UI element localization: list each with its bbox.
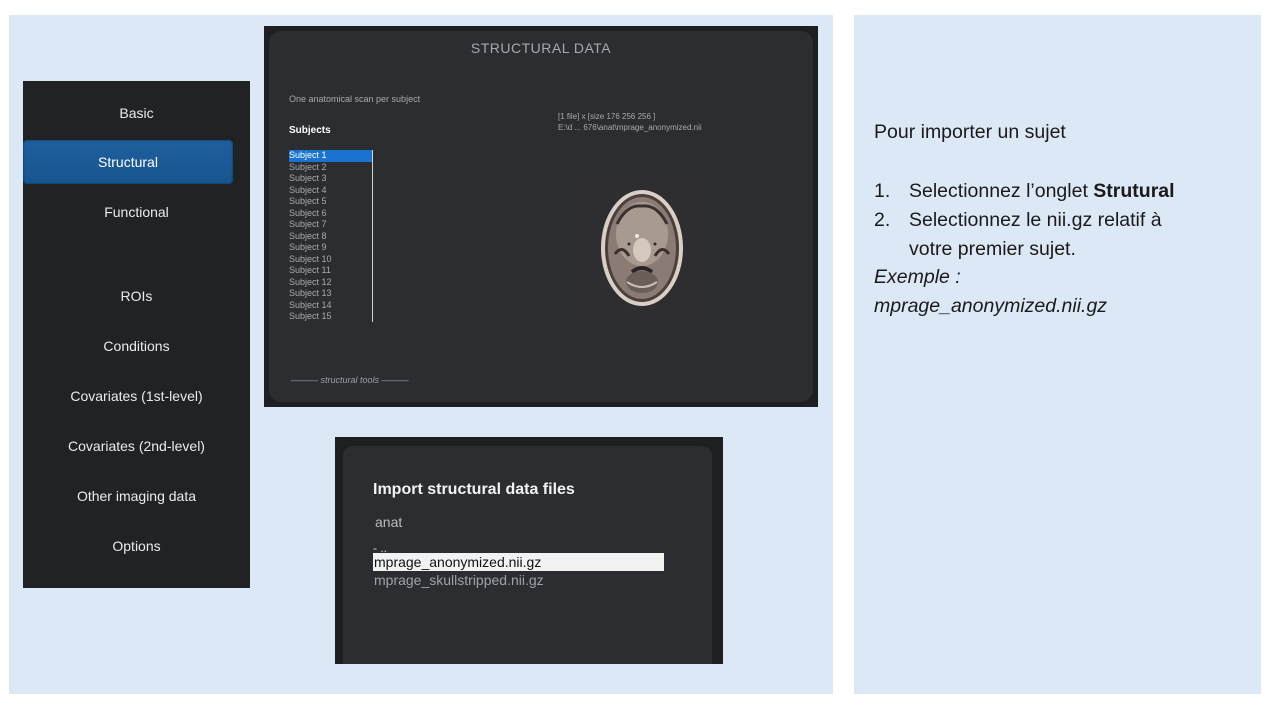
subject-item[interactable]: Subject 7 [289, 219, 372, 231]
file-info: [1 file] x [size 176 256 256 ] [558, 112, 656, 121]
subject-item[interactable]: Subject 2 [289, 162, 372, 174]
file-item-selected[interactable]: mprage_anonymized.nii.gz [373, 553, 664, 571]
file-path: E:\d ... 676\anat\mprage_anonymized.nii [558, 123, 702, 132]
subject-item[interactable]: Subject 8 [289, 231, 372, 243]
sidebar-item-covariates-1st[interactable]: Covariates (1st-level) [23, 374, 250, 418]
subject-item[interactable]: Subject 6 [289, 208, 372, 220]
structural-data-window: STRUCTURAL DATA One anatomical scan per … [264, 26, 818, 407]
current-folder-label: anat [375, 514, 403, 530]
structural-data-panel: STRUCTURAL DATA One anatomical scan per … [269, 31, 813, 402]
sidebar-item-rois[interactable]: ROIs [23, 274, 250, 318]
sidebar-item-structural[interactable]: Structural [23, 140, 233, 184]
step-number: 2. [874, 209, 891, 231]
subject-item[interactable]: Subject 13 [289, 288, 372, 300]
file-item[interactable]: mprage_skullstripped.nii.gz [373, 571, 664, 589]
subject-item[interactable]: Subject 10 [289, 254, 372, 266]
subject-item[interactable]: Subject 11 [289, 265, 372, 277]
subject-item[interactable]: Subject 4 [289, 185, 372, 197]
structural-tools-label[interactable]: ——— structural tools ——— [291, 375, 409, 385]
sidebar-item-other-imaging[interactable]: Other imaging data [23, 474, 250, 518]
sidebar-item-functional[interactable]: Functional [23, 190, 250, 234]
instructions-heading: Pour importer un sujet [874, 121, 1066, 143]
subjects-label: Subjects [289, 125, 331, 136]
conn-sidebar: Basic Structural Functional ROIs Conditi… [23, 81, 250, 588]
example-label: Exemple : [874, 266, 961, 288]
step-number: 1. [874, 180, 891, 202]
step-1-text: Selectionnez l’onglet Strutural [909, 180, 1175, 202]
subject-item[interactable]: Subject 3 [289, 173, 372, 185]
subject-item[interactable]: Subject 14 [289, 300, 372, 312]
subject-item[interactable]: Subject 9 [289, 242, 372, 254]
import-dialog-title: Import structural data files [373, 481, 575, 498]
subject-list[interactable]: Subject 1 Subject 2 Subject 3 Subject 4 … [289, 150, 373, 322]
step-2-line-2: votre premier sujet. [909, 238, 1076, 260]
import-dialog-panel: Import structural data files anat - .. m… [343, 446, 712, 664]
slide-right-panel [854, 15, 1261, 694]
import-dialog: Import structural data files anat - .. m… [335, 437, 723, 664]
sidebar-item-conditions[interactable]: Conditions [23, 324, 250, 368]
subject-item[interactable]: Subject 15 [289, 311, 372, 323]
step-2-line-1: Selectionnez le nii.gz relatif à [909, 209, 1162, 231]
subject-item[interactable]: Subject 5 [289, 196, 372, 208]
sidebar-item-options[interactable]: Options [23, 524, 250, 568]
sidebar-item-covariates-2nd[interactable]: Covariates (2nd-level) [23, 424, 250, 468]
subject-item[interactable]: Subject 1 [289, 150, 372, 162]
structural-title: STRUCTURAL DATA [470, 40, 612, 56]
brain-mri-preview [587, 174, 697, 319]
example-filename: mprage_anonymized.nii.gz [874, 295, 1108, 317]
sidebar-item-basic[interactable]: Basic [23, 91, 250, 135]
structural-description: One anatomical scan per subject [289, 94, 421, 104]
subject-item[interactable]: Subject 12 [289, 277, 372, 289]
